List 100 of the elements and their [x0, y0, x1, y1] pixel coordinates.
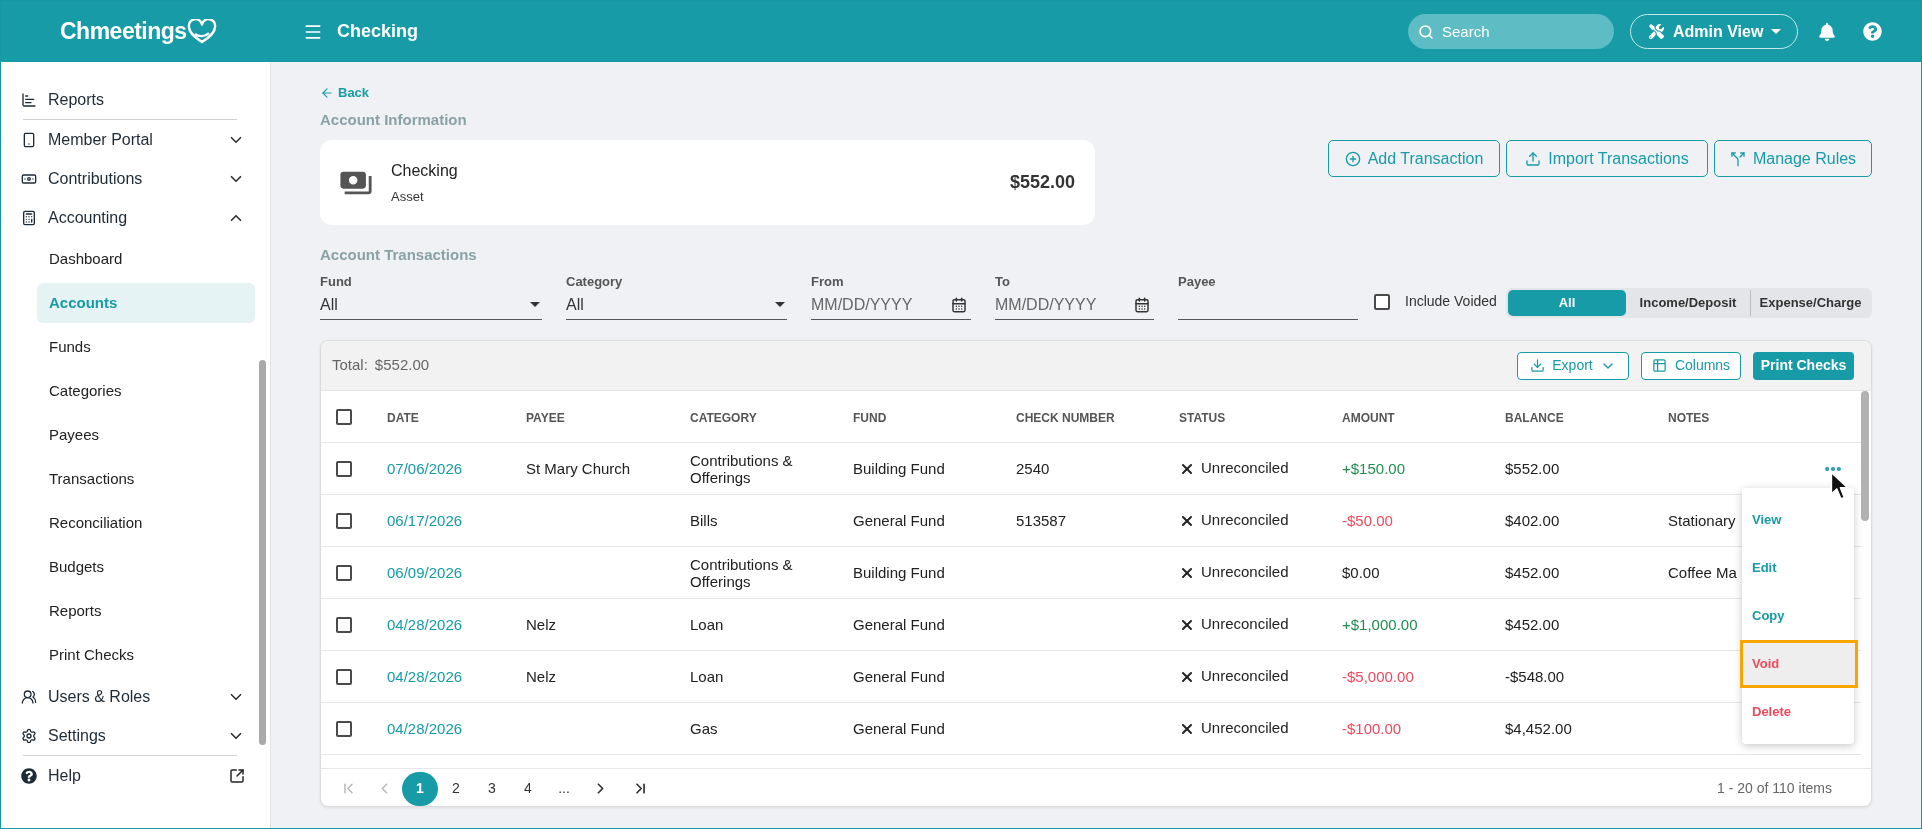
table-icon	[1651, 358, 1667, 373]
dropdown-field[interactable]: All	[566, 290, 787, 320]
search-field[interactable]: Search	[1408, 14, 1614, 49]
page-title: Checking	[337, 20, 419, 43]
balance-value: $402.00	[1505, 511, 1560, 529]
sidebar-item[interactable]: Reports	[1, 80, 260, 119]
balance-value: $552.00	[1505, 459, 1560, 477]
search-icon	[1418, 24, 1434, 40]
row-checkbox[interactable]	[336, 564, 352, 581]
sidebar-item[interactable]: Users & Roles	[1, 677, 260, 716]
status-text: Unreconciled	[1201, 458, 1289, 479]
help-icon[interactable]	[1863, 22, 1882, 41]
plus-circle-icon	[1344, 150, 1361, 167]
category-name: Contributions & Offerings	[690, 451, 794, 486]
page-button[interactable]: ...	[546, 771, 582, 806]
fund-name: General Fund	[853, 615, 945, 633]
amount-value: -$5,000.00	[1342, 667, 1414, 685]
row-checkbox[interactable]	[336, 720, 352, 737]
status-text: Unreconciled	[1201, 614, 1289, 635]
payee-name: Nelz	[526, 615, 556, 633]
sidebar-item[interactable]: Settings	[1, 716, 260, 755]
payee-name: St Mary Church	[526, 459, 631, 477]
fund-name: General Fund	[853, 719, 945, 737]
total-label: Total:	[332, 355, 368, 376]
sidebar-item[interactable]: Contributions	[1, 159, 260, 198]
sidebar-subitem[interactable]: Print Checks	[37, 635, 256, 675]
logo-icon	[186, 18, 217, 45]
field-label: Category	[566, 274, 624, 290]
amount-value: -$100.00	[1342, 719, 1402, 737]
balance-value: $452.00	[1505, 563, 1560, 581]
row-checkbox[interactable]	[336, 668, 352, 685]
column-header: NOTES	[1668, 410, 1710, 425]
checkbox-label: Include Voided	[1405, 292, 1497, 311]
category-name: Gas	[690, 720, 719, 737]
page-button[interactable]: 3	[474, 771, 510, 806]
field-label: Fund	[320, 274, 353, 290]
include-voided-checkbox[interactable]	[1374, 293, 1390, 310]
segment-tab[interactable]: Expense/Charge	[1750, 290, 1870, 316]
sidebar-item[interactable]: Help	[1, 756, 260, 795]
date-field[interactable]: MM/DD/YYYY	[811, 290, 971, 320]
field-label: Payee	[1178, 274, 1217, 290]
notes-text: Stationary	[1668, 511, 1736, 529]
split-arrow-icon	[1729, 150, 1746, 167]
calendar-icon	[1134, 297, 1150, 313]
scrollbar-thumb[interactable]	[259, 360, 267, 745]
menu-item[interactable]: Delete	[1742, 688, 1854, 736]
fund-name: General Fund	[853, 511, 945, 529]
status-text: Unreconciled	[1201, 562, 1289, 583]
row-checkbox[interactable]	[336, 460, 352, 477]
date-field[interactable]: MM/DD/YYYY	[995, 290, 1154, 320]
tools-icon	[1649, 24, 1664, 39]
segment-tab[interactable]: Income/Deposit	[1626, 290, 1750, 316]
notes-text: Coffee Ma	[1668, 563, 1737, 581]
sidebar-subitem[interactable]: Funds	[37, 327, 256, 367]
column-header: PAYEE	[526, 410, 565, 425]
section-title: Account Transactions	[320, 245, 477, 265]
page-summary: 1 - 20 of 110 items	[1717, 779, 1832, 798]
sidebar-item[interactable]: Member Portal	[1, 120, 260, 159]
column-header: DATE	[387, 410, 419, 425]
external-link-icon	[229, 767, 246, 784]
fund-name: Building Fund	[853, 563, 945, 581]
settings-icon	[21, 727, 37, 744]
page-button[interactable]: 4	[510, 771, 546, 806]
status-text: Unreconciled	[1201, 510, 1289, 531]
smartphone-icon	[21, 131, 37, 148]
check-number: 2540	[1016, 459, 1050, 477]
amount-value: $0.00	[1342, 563, 1380, 581]
amount-value: +$1,000.00	[1342, 615, 1418, 633]
column-header: STATUS	[1179, 410, 1226, 425]
sidebar-subitem[interactable]: Reports	[37, 591, 256, 631]
sidebar-subitem[interactable]: Reconciliation	[37, 503, 256, 543]
users-icon	[21, 688, 37, 705]
column-header: CATEGORY	[690, 410, 757, 425]
sidebar-subitem[interactable]: Payees	[37, 415, 256, 455]
calendar-icon	[951, 297, 967, 313]
help-icon	[21, 767, 37, 784]
sidebar-subitem[interactable]: Categories	[37, 371, 256, 411]
scrollbar-thumb[interactable]	[1861, 391, 1869, 521]
column-header: BALANCE	[1505, 410, 1564, 425]
sidebar-item[interactable]: Accounting	[1, 198, 260, 237]
sidebar-subitem[interactable]: Budgets	[37, 547, 256, 587]
fund-name: General Fund	[853, 667, 945, 685]
balance-value: -$548.00	[1505, 667, 1565, 685]
page-button[interactable]: 2	[438, 771, 474, 806]
row-checkbox[interactable]	[336, 616, 352, 633]
column-header: AMOUNT	[1342, 410, 1395, 425]
account-type: Asset	[391, 187, 425, 206]
status-text: Unreconciled	[1201, 666, 1289, 687]
dropdown-field[interactable]: All	[320, 290, 542, 320]
select-all-checkbox[interactable]	[336, 408, 352, 425]
sidebar-subitem[interactable]: Transactions	[37, 459, 256, 499]
notification-bell-icon[interactable]	[1819, 22, 1835, 41]
row-checkbox[interactable]	[336, 512, 352, 529]
caret-down-icon	[530, 302, 540, 307]
fund-name: Building Fund	[853, 459, 945, 477]
status-text: Unreconciled	[1201, 718, 1289, 739]
check-number: 513587	[1016, 511, 1067, 529]
calculator-icon	[21, 209, 37, 226]
sidebar-subitem[interactable]: Dashboard	[37, 239, 256, 279]
amount-value: -$50.00	[1342, 511, 1393, 529]
